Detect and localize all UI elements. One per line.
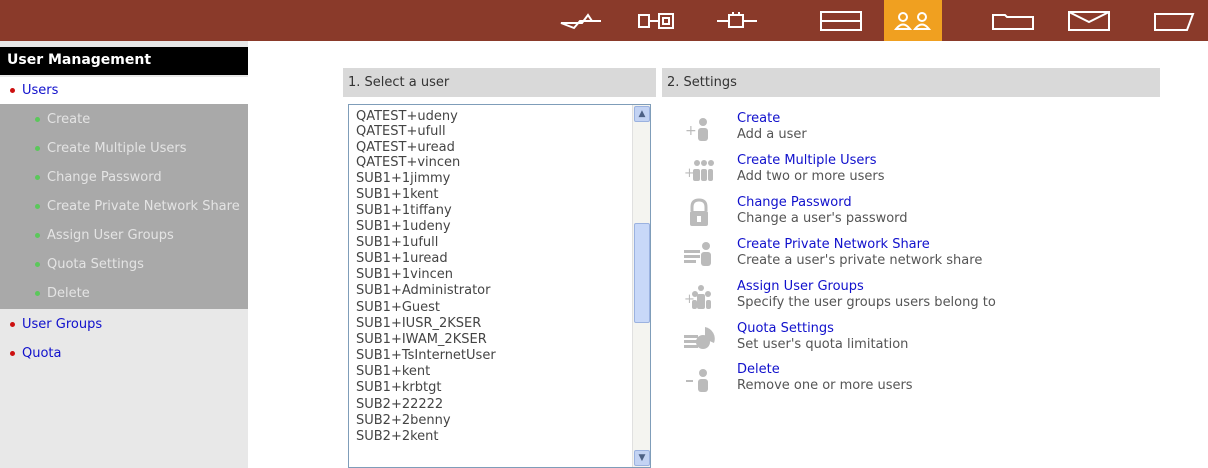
list-item[interactable]: QATEST+uread bbox=[356, 140, 455, 155]
scroll-down-arrow-icon[interactable]: ▼ bbox=[634, 450, 650, 466]
sidebar-item-create-multiple-users[interactable]: Create Multiple Users bbox=[35, 137, 187, 159]
sidebar-item-quota-settings[interactable]: Quota Settings bbox=[35, 253, 144, 275]
list-item[interactable]: SUB2+22222 bbox=[356, 397, 443, 412]
user-list[interactable]: QATEST+udeny QATEST+ufull QATEST+uread Q… bbox=[348, 104, 651, 468]
scroll-thumb[interactable] bbox=[634, 223, 650, 323]
list-item[interactable]: SUB1+IUSR_2KSER bbox=[356, 316, 481, 331]
sidebar-item-quota[interactable]: Quota bbox=[10, 342, 62, 364]
list-item[interactable]: SUB1+Administrator bbox=[356, 283, 490, 298]
network-icon[interactable] bbox=[548, 0, 614, 41]
sidebar-item-delete[interactable]: Delete bbox=[35, 282, 90, 304]
sidebar-item-label: Quota Settings bbox=[47, 256, 144, 272]
tag-icon[interactable] bbox=[1142, 0, 1208, 41]
remove-user-icon bbox=[686, 369, 708, 392]
setting-delete[interactable]: Delete Remove one or more users bbox=[683, 362, 1163, 402]
add-user-icon: + bbox=[685, 118, 708, 141]
list-item[interactable]: SUB1+1uread bbox=[356, 251, 448, 266]
list-item[interactable]: SUB1+krbtgt bbox=[356, 380, 441, 395]
sidebar-item-label: Quota bbox=[22, 345, 62, 361]
scroll-up-arrow-icon[interactable]: ▲ bbox=[634, 106, 650, 122]
setting-description: Add a user bbox=[737, 127, 807, 142]
top-nav-bar bbox=[0, 0, 1208, 41]
sidebar-item-label: Create Private Network Share bbox=[47, 198, 240, 214]
list-item[interactable]: SUB1+1jimmy bbox=[356, 171, 450, 186]
network-share-icon bbox=[684, 242, 711, 266]
sidebar-item-label: Create bbox=[47, 111, 91, 127]
list-item[interactable]: SUB1+TsInternetUser bbox=[356, 348, 496, 363]
sidebar-item-users[interactable]: Users bbox=[10, 79, 58, 101]
list-item[interactable]: SUB1+Guest bbox=[356, 300, 440, 315]
bullet-icon bbox=[10, 87, 15, 93]
setting-title[interactable]: Create Multiple Users bbox=[737, 153, 877, 168]
list-item[interactable]: QATEST+vincen bbox=[356, 155, 460, 170]
bullet-icon bbox=[10, 321, 15, 327]
setting-assign-user-groups[interactable]: + Assign User Groups Specify the user gr… bbox=[683, 279, 1163, 319]
setting-description: Change a user's password bbox=[737, 211, 908, 226]
setting-description: Remove one or more users bbox=[737, 378, 913, 393]
setting-create-multiple-users[interactable]: + Create Multiple Users Add two or more … bbox=[683, 153, 1163, 193]
sidebar-item-label: User Groups bbox=[22, 316, 103, 332]
setting-title[interactable]: Assign User Groups bbox=[737, 279, 864, 294]
setting-description: Create a user's private network share bbox=[737, 253, 983, 268]
bullet-icon bbox=[35, 203, 40, 209]
sidebar-item-label: Assign User Groups bbox=[47, 227, 174, 243]
users-icon[interactable] bbox=[884, 0, 942, 41]
bullet-icon bbox=[35, 174, 40, 180]
sidebar-item-user-groups[interactable]: User Groups bbox=[10, 313, 102, 335]
add-multiple-users-icon: + bbox=[684, 160, 714, 181]
bullet-icon bbox=[35, 116, 40, 122]
setting-title[interactable]: Create bbox=[737, 111, 780, 126]
setting-description: Set user's quota limitation bbox=[737, 337, 909, 352]
assign-groups-icon: + bbox=[684, 285, 711, 309]
setting-title[interactable]: Delete bbox=[737, 362, 780, 377]
sidebar-item-change-password[interactable]: Change Password bbox=[35, 166, 162, 188]
sidebar-item-label: Delete bbox=[47, 285, 90, 301]
folder-icon[interactable] bbox=[980, 0, 1046, 41]
sidebar-item-label: Users bbox=[22, 82, 59, 98]
storage-icon[interactable] bbox=[808, 0, 874, 41]
sidebar: User Management Users Create Create Mult… bbox=[0, 41, 248, 468]
list-item[interactable]: QATEST+udeny bbox=[356, 109, 458, 124]
bullet-icon bbox=[35, 261, 40, 267]
list-item[interactable]: SUB1+1ufull bbox=[356, 235, 438, 250]
setting-quota-settings[interactable]: Quota Settings Set user's quota limitati… bbox=[683, 321, 1163, 361]
setting-title[interactable]: Create Private Network Share bbox=[737, 237, 930, 252]
setting-create-private-network-share[interactable]: Create Private Network Share Create a us… bbox=[683, 237, 1163, 277]
bullet-icon bbox=[35, 232, 40, 238]
svg-text:+: + bbox=[685, 123, 697, 139]
select-user-header: 1. Select a user bbox=[343, 68, 656, 97]
list-item[interactable]: SUB1+1vincen bbox=[356, 267, 453, 282]
setting-change-password[interactable]: Change Password Change a user's password bbox=[683, 195, 1163, 235]
sidebar-item-create-private-network-share[interactable]: Create Private Network Share bbox=[35, 195, 240, 217]
sidebar-item-label: Change Password bbox=[47, 169, 162, 185]
list-item[interactable]: SUB2+2kent bbox=[356, 429, 439, 444]
setting-title[interactable]: Quota Settings bbox=[737, 321, 834, 336]
setting-title[interactable]: Change Password bbox=[737, 195, 852, 210]
envelope-icon[interactable] bbox=[1056, 0, 1122, 41]
list-item[interactable]: SUB1+1tiffany bbox=[356, 203, 452, 218]
device-icon[interactable] bbox=[624, 0, 690, 41]
quota-icon bbox=[684, 327, 715, 349]
list-item[interactable]: SUB1+IWAM_2KSER bbox=[356, 332, 487, 347]
list-item[interactable]: SUB1+kent bbox=[356, 364, 430, 379]
bullet-icon bbox=[10, 350, 15, 356]
lock-icon bbox=[690, 198, 708, 226]
sidebar-item-label: Create Multiple Users bbox=[47, 140, 187, 156]
setting-description: Add two or more users bbox=[737, 169, 885, 184]
settings-header: 2. Settings bbox=[662, 68, 1160, 97]
list-item[interactable]: SUB1+1kent bbox=[356, 187, 439, 202]
bullet-icon bbox=[35, 145, 40, 151]
sidebar-item-create[interactable]: Create bbox=[35, 108, 90, 130]
sidebar-title: User Management bbox=[0, 47, 248, 75]
bullet-icon bbox=[35, 290, 40, 296]
plugin-icon[interactable] bbox=[704, 0, 770, 41]
list-item[interactable]: SUB2+2benny bbox=[356, 413, 451, 428]
setting-create[interactable]: + Create Add a user bbox=[683, 111, 1163, 151]
sidebar-item-assign-user-groups[interactable]: Assign User Groups bbox=[35, 224, 174, 246]
setting-description: Specify the user groups users belong to bbox=[737, 295, 996, 310]
user-list-scrollbar[interactable]: ▲ ▼ bbox=[632, 105, 650, 467]
list-item[interactable]: SUB1+1udeny bbox=[356, 219, 451, 234]
list-item[interactable]: QATEST+ufull bbox=[356, 124, 446, 139]
